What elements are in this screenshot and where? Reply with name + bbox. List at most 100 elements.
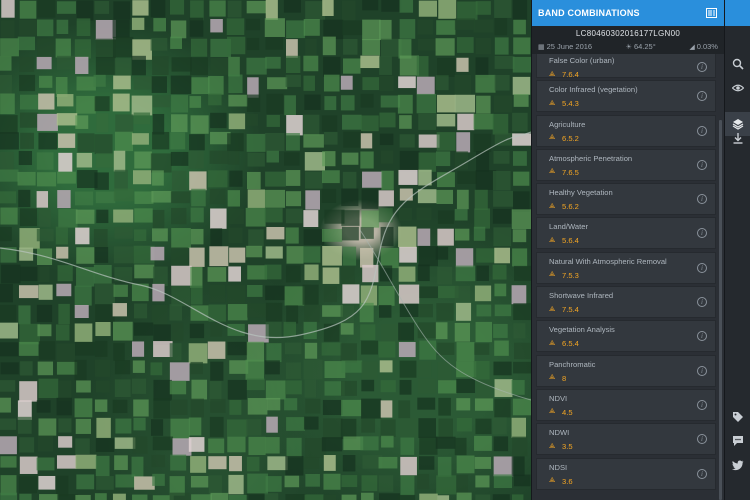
land-patch bbox=[436, 303, 454, 321]
land-patch bbox=[361, 418, 376, 433]
land-patch bbox=[416, 76, 435, 95]
land-patch bbox=[304, 379, 317, 398]
land-patch bbox=[133, 417, 146, 431]
band-combination-item[interactable]: NDSI ⟁ 3.6 i bbox=[536, 457, 716, 490]
land-patch bbox=[398, 322, 415, 341]
info-icon[interactable]: i bbox=[697, 262, 707, 273]
info-icon[interactable]: i bbox=[697, 399, 707, 410]
info-icon[interactable]: i bbox=[697, 365, 707, 376]
band-icon: ⟁ bbox=[549, 236, 556, 244]
info-icon[interactable]: i bbox=[697, 62, 707, 72]
land-patch bbox=[19, 437, 35, 453]
band-combination-item[interactable]: False Color (urban) ⟁ 7.6.4 i bbox=[536, 54, 716, 79]
band-combination-item[interactable]: Land/Water ⟁ 5.6.4 i bbox=[536, 217, 716, 250]
search-icon[interactable] bbox=[725, 52, 750, 76]
land-patch bbox=[190, 115, 209, 134]
land-patch bbox=[115, 114, 134, 133]
info-icon[interactable]: i bbox=[697, 125, 707, 136]
land-patch bbox=[115, 418, 132, 434]
land-patch bbox=[340, 95, 355, 111]
land-patch bbox=[473, 19, 494, 33]
land-patch bbox=[342, 246, 357, 266]
land-patch bbox=[152, 473, 165, 486]
twitter-icon[interactable] bbox=[725, 453, 750, 477]
land-patch bbox=[208, 75, 224, 95]
band-combination-item[interactable]: NDVI ⟁ 4.5 i bbox=[536, 388, 716, 421]
band-icon: ⟁ bbox=[549, 134, 556, 142]
band-combination-item[interactable]: Healthy Vegetation ⟁ 5.6.2 i bbox=[536, 183, 716, 216]
land-patch bbox=[493, 436, 509, 452]
land-patch bbox=[113, 246, 134, 264]
band-combination-list[interactable]: False Color (urban) ⟁ 7.6.4 i Color Infrared… bbox=[536, 54, 716, 500]
land-patch bbox=[169, 343, 182, 361]
land-patch bbox=[305, 474, 320, 487]
land-patch bbox=[114, 437, 136, 449]
eye-icon[interactable] bbox=[725, 76, 750, 100]
land-patch bbox=[133, 322, 154, 336]
band-combination-item[interactable]: Vegetation Analysis ⟁ 6.5.4 i bbox=[536, 320, 716, 353]
land-patch bbox=[266, 226, 285, 240]
land-patch bbox=[229, 360, 249, 374]
comment-icon[interactable] bbox=[725, 429, 750, 453]
land-patch bbox=[96, 417, 111, 438]
land-patch bbox=[0, 169, 19, 182]
land-patch bbox=[95, 380, 110, 393]
band-combination-item[interactable]: Shortwave Infrared ⟁ 7.5.4 i bbox=[536, 286, 716, 319]
land-patch bbox=[94, 172, 109, 190]
land-patch bbox=[171, 207, 187, 225]
collapse-panel-icon[interactable] bbox=[703, 5, 719, 21]
land-patch bbox=[284, 152, 300, 166]
land-patch bbox=[0, 115, 18, 134]
land-patch bbox=[265, 0, 278, 20]
band-combination-item[interactable]: Natural With Atmospheric Removal ⟁ 7.5.3 i bbox=[536, 251, 716, 284]
land-patch bbox=[322, 305, 343, 317]
land-patch bbox=[134, 229, 147, 242]
land-patch bbox=[96, 209, 109, 224]
info-icon[interactable]: i bbox=[697, 468, 707, 479]
land-patch bbox=[341, 0, 356, 21]
land-patch bbox=[247, 152, 265, 167]
land-patch bbox=[228, 494, 249, 500]
land-patch bbox=[18, 305, 31, 325]
land-patch bbox=[474, 398, 494, 411]
tag-icon[interactable] bbox=[725, 405, 750, 429]
band-icon: ⟁ bbox=[549, 339, 556, 347]
download-icon[interactable] bbox=[725, 126, 750, 150]
land-patch bbox=[247, 398, 268, 415]
land-patch bbox=[37, 113, 58, 131]
band-combination-item[interactable]: Color Infrared (vegetation) ⟁ 5.4.3 i bbox=[536, 80, 716, 113]
land-patch bbox=[37, 0, 56, 18]
land-patch bbox=[380, 400, 393, 418]
land-patch bbox=[76, 152, 93, 168]
scrollbar[interactable] bbox=[719, 120, 722, 500]
band-combination-item[interactable]: Panchromatic ⟁ 8 i bbox=[536, 354, 716, 387]
band-combination-item[interactable]: NDWI ⟁ 3.5 i bbox=[536, 423, 716, 456]
land-patch bbox=[56, 19, 69, 34]
land-patch bbox=[38, 284, 53, 300]
land-patch bbox=[153, 379, 172, 401]
land-patch bbox=[323, 494, 336, 500]
land-patch bbox=[245, 18, 261, 31]
land-patch bbox=[378, 475, 394, 492]
land-patch bbox=[513, 474, 531, 487]
land-patch bbox=[398, 266, 416, 282]
land-patch bbox=[436, 475, 457, 495]
land-patch bbox=[95, 56, 116, 75]
land-patch bbox=[284, 342, 302, 355]
info-icon[interactable]: i bbox=[697, 159, 707, 170]
land-patch bbox=[494, 247, 511, 264]
land-patch bbox=[417, 264, 430, 282]
land-patch bbox=[56, 94, 74, 107]
land-patch bbox=[246, 94, 261, 112]
land-patch bbox=[342, 284, 360, 304]
land-patch bbox=[418, 152, 437, 172]
band-combination-item[interactable]: Atmospheric Penetration ⟁ 7.6.5 i bbox=[536, 148, 716, 181]
land-patch bbox=[208, 456, 227, 470]
land-patch bbox=[95, 438, 115, 452]
land-patch bbox=[322, 0, 334, 16]
satellite-map[interactable] bbox=[0, 0, 531, 500]
land-patch bbox=[473, 113, 494, 130]
band-combination-item[interactable]: Agriculture ⟁ 6.5.2 i bbox=[536, 114, 716, 147]
land-patch bbox=[58, 303, 70, 325]
land-patch bbox=[248, 229, 264, 247]
